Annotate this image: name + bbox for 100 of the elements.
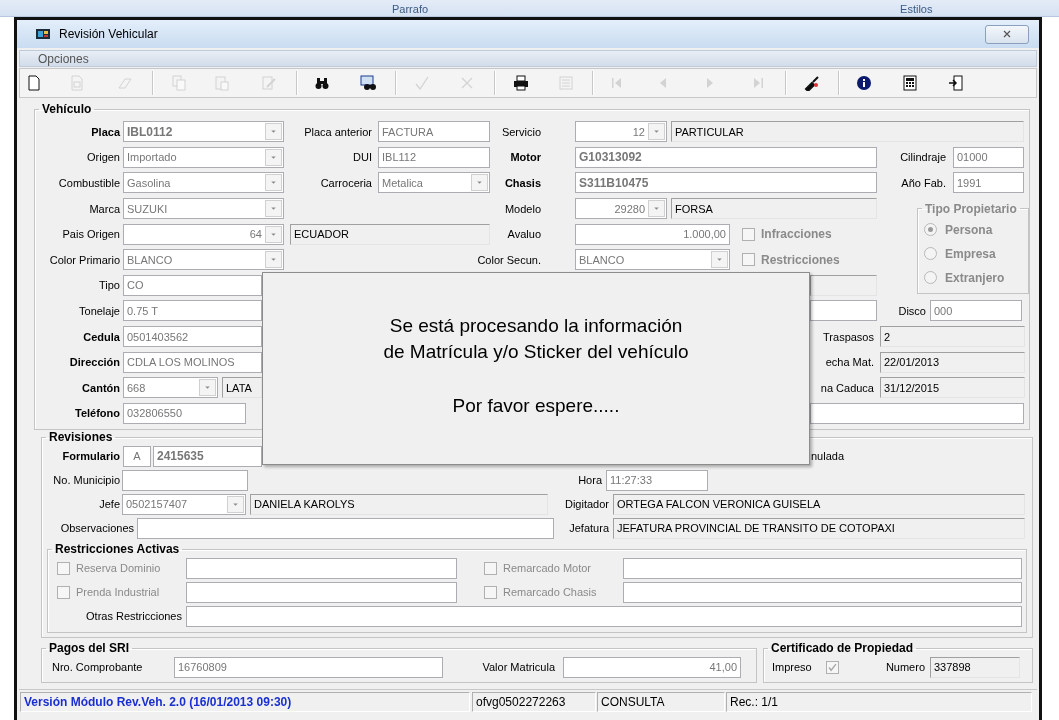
text-field[interactable]: 2415635 — [153, 445, 262, 467]
group-title: Certificado de Propiedad — [770, 641, 915, 656]
paste-icon — [214, 75, 230, 91]
text-field[interactable]: 1.000,00 — [575, 223, 730, 245]
combo-box[interactable]: Gasolina — [123, 172, 284, 194]
status-cell: CONSULTA — [597, 691, 725, 712]
dropdown-button[interactable] — [227, 495, 244, 513]
field-label: Hora — [577, 474, 602, 487]
text-field[interactable]: 41,00 — [563, 656, 741, 678]
field-label: Otras Restricciones — [85, 610, 182, 623]
read-only-field: 22/01/2013 — [880, 351, 1025, 373]
text-field[interactable] — [623, 557, 1022, 579]
text-field[interactable] — [623, 581, 1022, 603]
read-only-field: 31/12/2015 — [880, 377, 1025, 399]
field-label: nulada — [811, 450, 846, 463]
read-only-field: FORSA — [671, 198, 877, 220]
wait-text: Por favor espere..... — [452, 394, 620, 418]
text-field[interactable] — [186, 605, 1022, 627]
combo-box[interactable]: 29280 — [575, 198, 667, 220]
copy-icon — [171, 75, 187, 91]
dropdown-button[interactable] — [265, 148, 282, 166]
field-label: Cedula — [82, 330, 120, 343]
group-title: Tipo Propietario — [924, 201, 1018, 216]
text-field[interactable]: CO — [123, 274, 262, 296]
radio-label: Extranjero — [945, 270, 1005, 285]
combo-box[interactable]: 0502157407 — [122, 493, 246, 515]
text-field[interactable]: 11:27:33 — [606, 469, 708, 491]
text-field[interactable] — [186, 581, 457, 603]
read-only-field: ORTEGA FALCON VERONICA GUISELA — [613, 493, 1025, 515]
field-label: No. Municipio — [52, 474, 120, 487]
field-label: Chasis — [503, 177, 541, 189]
field-label: echa Mat. — [824, 356, 874, 369]
dropdown-button[interactable] — [648, 123, 665, 141]
document-icon — [69, 75, 85, 91]
field-label: Traspasos — [822, 330, 874, 343]
text-field[interactable]: FACTURA — [378, 121, 490, 143]
checkbox-label: Reserva Dominio — [76, 562, 161, 575]
text-field[interactable]: CDLA LOS MOLINOS — [123, 351, 262, 373]
ribbon-group-label: Estilos — [900, 2, 933, 15]
dropdown-button[interactable] — [199, 379, 216, 397]
dropdown-button[interactable] — [471, 174, 488, 192]
dropdown-button[interactable] — [265, 174, 282, 192]
dropdown-button[interactable] — [265, 123, 282, 141]
text-field[interactable] — [186, 557, 457, 579]
text-field[interactable]: S311B10475 — [575, 172, 877, 194]
combo-value: IBL0112 — [127, 124, 174, 139]
text-field[interactable] — [810, 402, 1024, 424]
checkbox-label: Remarcado Motor — [503, 562, 592, 575]
dropdown-button[interactable] — [265, 200, 282, 218]
combo-box[interactable]: 12 — [575, 121, 667, 143]
text-field[interactable]: 01000 — [953, 146, 1024, 168]
menu-item[interactable]: Opciones — [36, 51, 91, 66]
combo-box[interactable]: IBL0112 — [123, 121, 284, 143]
field-label: Jefatura — [568, 522, 609, 535]
field-label: Placa anterior — [303, 125, 372, 138]
exit-icon — [948, 75, 964, 91]
dropdown-button[interactable] — [648, 200, 665, 218]
field-label: Numero — [884, 661, 925, 674]
combo-box[interactable]: 668 — [123, 377, 218, 399]
field-label: Color Primario — [48, 253, 120, 266]
text-field[interactable] — [122, 469, 248, 491]
text-field[interactable]: 000 — [930, 300, 1022, 322]
field-label: Año Fab. — [900, 177, 946, 189]
combo-box[interactable]: BLANCO — [575, 249, 730, 271]
text-field[interactable]: 16760809 — [174, 656, 443, 678]
text-field[interactable]: IBL112 — [378, 146, 490, 168]
text-field[interactable]: 032806550 — [123, 402, 246, 424]
text-field[interactable] — [810, 300, 877, 322]
text-field[interactable]: 1991 — [953, 172, 1024, 194]
dropdown-button[interactable] — [265, 225, 282, 243]
combo-box[interactable]: Metalica — [378, 172, 490, 194]
combo-box[interactable]: Importado — [123, 146, 284, 168]
checkbox-label: Restricciones — [761, 252, 840, 267]
radio-label: Persona — [945, 222, 993, 237]
text-field[interactable]: G10313092 — [575, 146, 877, 168]
checkbox-label: Remarcado Chasis — [503, 586, 597, 599]
combo-box[interactable]: SUZUKI — [123, 198, 284, 220]
page-icon — [558, 75, 574, 91]
text-field[interactable] — [137, 517, 554, 539]
text-field[interactable]: 0501403562 — [123, 326, 262, 348]
field-label: Nro. Comprobante — [52, 661, 144, 674]
combo-box[interactable]: BLANCO — [123, 249, 284, 271]
field-label: DUI — [352, 151, 372, 164]
eraser-icon — [117, 75, 133, 91]
app-icon — [35, 26, 51, 42]
checkmark-icon — [414, 75, 430, 91]
dropdown-button[interactable] — [265, 251, 282, 269]
read-only-field: JEFATURA PROVINCIAL DE TRANSITO DE COTOPAXI — [613, 517, 1025, 539]
close-button[interactable] — [985, 24, 1029, 44]
close-icon — [1001, 28, 1013, 40]
combo-box[interactable]: 64 — [123, 223, 284, 245]
group-title: Vehículo — [41, 102, 93, 116]
ribbon-group-label: Parrafo — [392, 2, 429, 15]
dropdown-button[interactable] — [711, 251, 728, 269]
field-label: Cantón — [81, 381, 120, 394]
field-label: Placa — [90, 125, 120, 138]
text-field[interactable]: A — [123, 445, 151, 467]
text-field[interactable]: 0.75 T — [123, 300, 262, 322]
field-label: Origen — [85, 151, 120, 164]
version-text: Versión Módulo Rev.Veh. 2.0 (16/01/2013 09:30) — [20, 691, 470, 712]
